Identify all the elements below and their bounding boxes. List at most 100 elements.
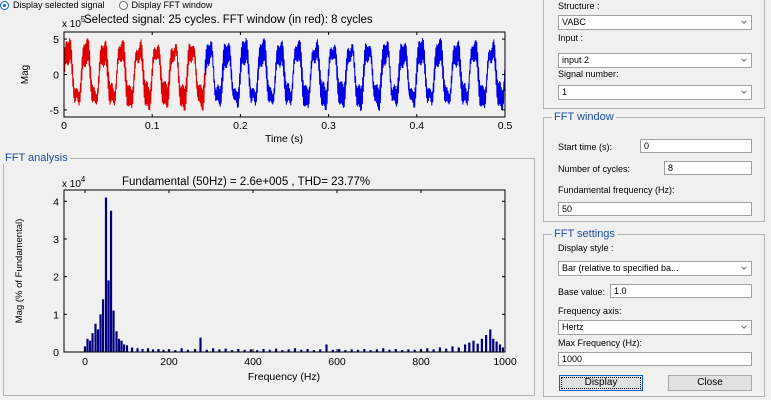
start-time-input[interactable]: 0 (640, 139, 752, 153)
fft-x-tick-label: 600 (328, 356, 346, 368)
fft-x-tick-label: 400 (244, 356, 262, 368)
max-freq-input[interactable]: 1000 (558, 352, 752, 366)
fft-bar (325, 344, 328, 352)
signal-chart: 0 0.1 0.2 0.3 0.4 0.550-5 x 105 Selected sign… (20, 14, 513, 145)
signal-selection-panel: Structure : VABC Input : input 2 Signal … (543, 0, 765, 109)
fft-bar (125, 345, 129, 352)
base-value-input[interactable]: 1.0 (610, 284, 752, 298)
input-value: input 2 (562, 55, 590, 65)
fft-x-tick-label: 800 (412, 356, 430, 368)
fft-bar (94, 323, 97, 352)
structure-select[interactable]: VABC (558, 15, 752, 30)
fft-bar (464, 344, 467, 352)
fft-bar (438, 347, 441, 352)
display-options: Display selected signal Display FFT wind… (0, 0, 226, 10)
fft-chart: 0 200 400 600 800 1000 4 3 2 1 0 x 104 Fundamental… (14, 175, 517, 383)
display-style-label: Display style : (558, 243, 614, 253)
freq-axis-label: Frequency axis: (558, 306, 622, 316)
fft-bar (426, 348, 429, 352)
start-time-label: Start time (s): (558, 142, 613, 152)
fft-chart-title: Fundamental (50Hz) = 2.6e+005 , THD= 23.… (122, 176, 370, 188)
chevron-down-icon (741, 58, 747, 62)
signal-number-value: 1 (562, 87, 568, 97)
fft-bar (457, 347, 460, 352)
fft-bar (99, 314, 102, 352)
fft-bar (495, 341, 498, 352)
display-selected-signal-label: Display selected signal (13, 0, 105, 10)
fft-y-tick-label: 2 (53, 272, 59, 284)
fft-xlabel: Frequency (Hz) (248, 371, 320, 383)
display-style-select[interactable]: Bar (relative to specified ba... (558, 261, 752, 276)
fft-window-panel: FFT window Start time (s): 0 Number of c… (543, 111, 765, 222)
signal-y-tick-label: -5 (50, 105, 59, 117)
fund-freq-input[interactable]: 50 (558, 202, 752, 216)
fund-freq-label: Fundamental frequency (Hz): (558, 185, 675, 195)
input-label: Input : (558, 33, 584, 43)
freq-axis-select[interactable]: Hertz (558, 320, 752, 335)
fft-bar (107, 280, 110, 352)
display-fft-window-radio[interactable]: Display FFT window (118, 0, 212, 10)
signal-exponent-label: x 105 (62, 15, 86, 30)
fft-bar (101, 299, 105, 352)
base-value: 1.0 (614, 286, 627, 296)
fft-bar (489, 329, 492, 352)
fft-x-tick-label: 0 (82, 356, 88, 368)
close-button[interactable]: Close (668, 375, 752, 391)
fft-bar (492, 338, 495, 352)
base-value-label: Base value: (558, 287, 606, 297)
fft-bar (498, 344, 502, 352)
fft-ylabel: Mag (% of Fundamental) (14, 219, 25, 324)
fft-bar (480, 338, 483, 352)
structure-label: Structure : (558, 1, 600, 11)
structure-value: VABC (562, 17, 586, 27)
signal-trace (204, 38, 506, 111)
fft-bar (382, 348, 385, 352)
fft-settings-panel: FFT settings Display style : Bar (relati… (543, 228, 765, 397)
fft-window-trace (63, 38, 206, 111)
fft-bar (468, 342, 471, 352)
fft-y-tick-label: 4 (53, 196, 59, 208)
signal-x-tick-label: 0 (61, 120, 67, 132)
fft-bar (472, 340, 475, 352)
radio-selected-icon (0, 0, 9, 10)
signal-y-tick-label: 0 (53, 70, 59, 82)
fft-bar (96, 329, 100, 352)
fft-bar (199, 337, 202, 352)
chevron-down-icon (741, 325, 747, 329)
signal-x-tick-label: 0.3 (321, 120, 336, 132)
fft-x-tick-label: 1000 (493, 356, 517, 368)
fft-settings-title: FFT settings (552, 228, 617, 240)
fft-bar (293, 348, 297, 352)
max-freq-value: 1000 (562, 354, 583, 364)
chevron-down-icon (741, 266, 747, 270)
signal-chart-title: Selected signal: 25 cycles. FFT window (… (84, 14, 373, 26)
fft-window-title: FFT window (552, 111, 616, 123)
fft-bar (485, 335, 488, 352)
fft-bar (117, 338, 121, 352)
fft-bar (112, 310, 115, 352)
fft-bar (224, 348, 227, 352)
signal-number-label: Signal number: (558, 69, 619, 79)
fft-analysis-title: FFT analysis (3, 152, 70, 164)
fft-bar (104, 197, 108, 352)
max-freq-label: Max Frequency (Hz): (558, 338, 643, 348)
signal-number-select[interactable]: 1 (558, 85, 752, 100)
fft-bar (130, 347, 134, 352)
num-cycles-label: Number of cycles: (558, 164, 631, 174)
fft-y-tick-label: 3 (53, 234, 59, 246)
radio-unselected-icon (118, 0, 128, 10)
signal-ylabel: Mag (20, 65, 31, 84)
signal-x-tick-label: 0.2 (233, 120, 248, 132)
num-cycles-input[interactable]: 8 (664, 161, 752, 175)
display-selected-signal-radio[interactable]: Display selected signal (0, 0, 105, 10)
fft-bar (86, 338, 89, 352)
input-select[interactable]: input 2 (558, 53, 752, 68)
fft-bar (109, 210, 113, 352)
signal-x-tick-label: 0.4 (409, 120, 424, 132)
fft-bar (501, 347, 504, 352)
start-time-value: 0 (644, 141, 650, 151)
signal-x-tick-label: 0.5 (498, 120, 513, 132)
display-button[interactable]: Display (559, 375, 643, 391)
fft-bar (115, 331, 118, 352)
display-style-value: Bar (relative to specified ba... (562, 263, 679, 273)
